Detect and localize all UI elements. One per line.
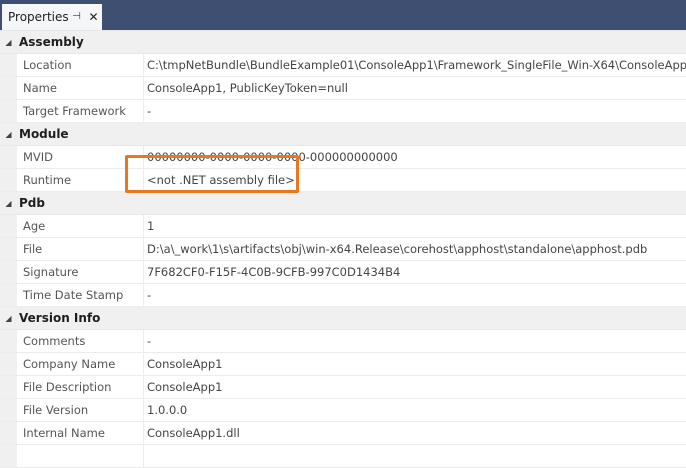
row-margin xyxy=(0,238,17,260)
property-name: Internal Name xyxy=(17,422,144,444)
property-value[interactable]: ConsoleApp1 xyxy=(144,376,686,398)
property-name: File xyxy=(17,238,144,260)
property-name: Signature xyxy=(17,261,144,283)
property-value[interactable]: 7F682CF0-F15F-4C0B-9CFB-997C0D1434B4 xyxy=(144,261,686,283)
property-row-file-version[interactable]: File Version 1.0.0.0 xyxy=(0,399,686,422)
collapse-arrow-icon[interactable]: ◢ xyxy=(0,31,17,54)
property-row-signature[interactable]: Signature 7F682CF0-F15F-4C0B-9CFB-997C0D… xyxy=(0,261,686,284)
row-margin xyxy=(0,353,17,375)
property-name: Comments xyxy=(17,330,144,352)
property-row-file[interactable]: File D:\a\_work\1\s\artifacts\obj\win-x6… xyxy=(0,238,686,261)
property-value[interactable]: 00000000-0000-0000-0000-000000000000 xyxy=(144,146,686,168)
category-label: Module xyxy=(19,127,69,141)
row-margin xyxy=(0,215,17,237)
row-margin xyxy=(0,284,17,306)
property-grid: ◢ Assembly Location C:\tmpNetBundle\Bund… xyxy=(0,30,686,468)
row-margin xyxy=(0,422,17,444)
row-margin xyxy=(0,399,17,421)
tab-properties[interactable]: Properties ⊣ ✕ xyxy=(2,4,102,30)
property-value[interactable]: ConsoleApp1 xyxy=(144,353,686,375)
property-name xyxy=(17,445,144,467)
property-value[interactable]: <not .NET assembly file> xyxy=(144,169,686,191)
collapse-arrow-icon[interactable]: ◢ xyxy=(0,307,17,330)
tab-title: Properties xyxy=(8,10,69,24)
property-row-comments[interactable]: Comments - xyxy=(0,330,686,353)
row-margin xyxy=(0,54,17,76)
category-label: Version Info xyxy=(19,311,101,325)
property-name: Name xyxy=(17,77,144,99)
property-row-company-name[interactable]: Company Name ConsoleApp1 xyxy=(0,353,686,376)
row-margin xyxy=(0,445,17,467)
property-row-name[interactable]: Name ConsoleApp1, PublicKeyToken=null xyxy=(0,77,686,100)
property-row-target-framework[interactable]: Target Framework - xyxy=(0,100,686,123)
property-value[interactable]: - xyxy=(144,284,686,306)
property-row-time-date-stamp[interactable]: Time Date Stamp - xyxy=(0,284,686,307)
row-margin xyxy=(0,77,17,99)
property-name: MVID xyxy=(17,146,144,168)
property-name: Age xyxy=(17,215,144,237)
collapse-arrow-icon[interactable]: ◢ xyxy=(0,123,17,146)
property-value[interactable]: 1.0.0.0 xyxy=(144,399,686,421)
property-row-age[interactable]: Age 1 xyxy=(0,215,686,238)
property-row-runtime[interactable]: Runtime <not .NET assembly file> xyxy=(0,169,686,192)
property-row-file-description[interactable]: File Description ConsoleApp1 xyxy=(0,376,686,399)
category-label: Pdb xyxy=(19,196,45,210)
pin-icon[interactable]: ⊣ xyxy=(70,10,83,23)
property-name: Runtime xyxy=(17,169,144,191)
close-icon[interactable]: ✕ xyxy=(87,9,100,24)
property-name: Time Date Stamp xyxy=(17,284,144,306)
property-name: File Description xyxy=(17,376,144,398)
property-name: Target Framework xyxy=(17,100,144,122)
property-name: File Version xyxy=(17,399,144,421)
tool-window-tabstrip: Properties ⊣ ✕ xyxy=(0,0,686,30)
row-margin xyxy=(0,146,17,168)
property-name: Company Name xyxy=(17,353,144,375)
row-margin xyxy=(0,376,17,398)
property-name: Location xyxy=(17,54,144,76)
property-value[interactable]: ConsoleApp1, PublicKeyToken=null xyxy=(144,77,686,99)
category-label: Assembly xyxy=(19,35,84,49)
property-value[interactable]: D:\a\_work\1\s\artifacts\obj\win-x64.Rel… xyxy=(144,238,686,260)
property-value[interactable]: 1 xyxy=(144,215,686,237)
category-pdb[interactable]: ◢ Pdb xyxy=(0,192,686,215)
row-margin xyxy=(0,330,17,352)
row-margin xyxy=(0,261,17,283)
category-module[interactable]: ◢ Module xyxy=(0,123,686,146)
category-version-info[interactable]: ◢ Version Info xyxy=(0,307,686,330)
collapse-arrow-icon[interactable]: ◢ xyxy=(0,192,17,215)
row-margin xyxy=(0,169,17,191)
property-value[interactable]: C:\tmpNetBundle\BundleExample01\ConsoleA… xyxy=(144,54,686,76)
row-margin xyxy=(0,100,17,122)
property-value[interactable]: - xyxy=(144,100,686,122)
property-row-partial xyxy=(0,445,686,468)
property-row-location[interactable]: Location C:\tmpNetBundle\BundleExample01… xyxy=(0,54,686,77)
category-assembly[interactable]: ◢ Assembly xyxy=(0,31,686,54)
property-row-mvid[interactable]: MVID 00000000-0000-0000-0000-00000000000… xyxy=(0,146,686,169)
property-value xyxy=(144,445,686,467)
property-value[interactable]: ConsoleApp1.dll xyxy=(144,422,686,444)
property-value[interactable]: - xyxy=(144,330,686,352)
